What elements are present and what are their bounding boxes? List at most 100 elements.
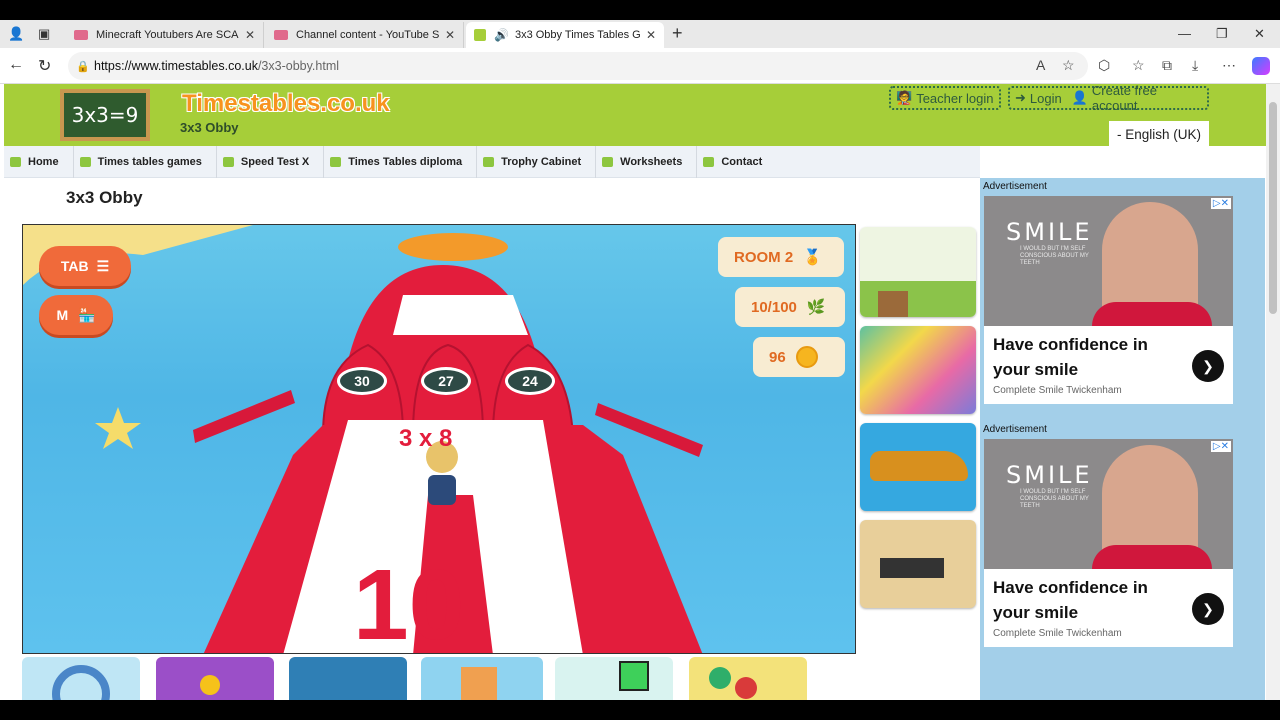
ad-banner-2[interactable]: SMILE I WOULD BUT I'M SELF CONSCIOUS ABO…: [984, 439, 1233, 647]
ad-image: SMILE I WOULD BUT I'M SELF CONSCIOUS ABO…: [984, 439, 1233, 569]
chevron-right-icon[interactable]: ❯: [1192, 593, 1224, 625]
game-thumbnail-bottom-4[interactable]: [421, 657, 543, 700]
menu-bullet-icon: [483, 156, 495, 167]
number-ball-icon: [735, 677, 757, 699]
menu-item-home[interactable]: Home: [4, 145, 74, 178]
close-window-icon[interactable]: ✕: [1254, 26, 1265, 42]
login-button[interactable]: ➜ Login 👤 Create free account: [1008, 83, 1209, 113]
game-canvas[interactable]: 30 27 24 3 x 8 10 TAB ☰ M 🏪 ROOM 2 🏅 10/100…: [22, 224, 856, 654]
menu-item-diploma[interactable]: Times Tables diploma: [324, 145, 478, 178]
menu-item-contact[interactable]: Contact: [697, 146, 776, 178]
favorite-star-icon[interactable]: ☆: [1062, 57, 1075, 74]
site-brand[interactable]: Timestables.co.uk: [182, 90, 390, 118]
site-header: 3x3=9 Timestables.co.uk 3x3 Obby 🧑‍🏫 Tea…: [4, 83, 1266, 147]
red-top: [1092, 302, 1212, 326]
close-tab-icon[interactable]: ✕: [239, 28, 255, 42]
coin-counter: 96: [753, 337, 845, 377]
shop-icon: 🏪: [78, 306, 96, 323]
teacher-icon: 🧑‍🏫: [896, 90, 913, 105]
lock-icon: 🔒: [76, 60, 90, 73]
table-icon: [880, 558, 944, 578]
read-aloud-icon[interactable]: A: [1036, 57, 1045, 73]
red-top: [1092, 545, 1212, 569]
copilot-icon[interactable]: [1252, 57, 1270, 75]
menu-bullet-icon: [79, 156, 91, 167]
menu-item-worksheets[interactable]: Worksheets: [596, 145, 698, 178]
character-body: [428, 475, 456, 505]
menu-item-trophy-cabinet[interactable]: Trophy Cabinet: [477, 145, 597, 178]
crate-icon: [878, 291, 908, 317]
youtube-favicon-icon: [74, 30, 88, 40]
downloads-icon[interactable]: ⤓: [1192, 57, 1198, 74]
medal-icon: 🏅: [803, 249, 822, 266]
timestables-favicon-icon: [474, 29, 486, 41]
menu-bullet-icon: [10, 156, 21, 167]
game-thumbnail-1[interactable]: [860, 227, 976, 317]
progress-counter: 10/100 🌿: [735, 287, 845, 327]
menu-item-speed-test[interactable]: Speed Test X: [217, 145, 325, 178]
ad-image: SMILE I WOULD BUT I'M SELF CONSCIOUS ABO…: [984, 196, 1233, 326]
room-indicator: ROOM 2 🏅: [718, 237, 844, 277]
game-thumbnail-2[interactable]: [860, 326, 976, 414]
answer-option-1[interactable]: 30: [337, 367, 387, 395]
teacher-login-button[interactable]: 🧑‍🏫 Teacher login: [889, 86, 1001, 110]
browser-tab-1[interactable]: Minecraft Youtubers Are SCAMMI ✕: [66, 22, 264, 48]
minimize-icon[interactable]: —: [1178, 26, 1191, 41]
browser-tab-2[interactable]: Channel content - YouTube Studio ✕: [266, 22, 464, 48]
chevron-right-icon[interactable]: ❯: [1192, 350, 1224, 382]
tab-menu-button[interactable]: TAB ☰: [39, 246, 131, 286]
cube-face-icon: [619, 661, 649, 691]
chalkboard-logo[interactable]: 3x3=9: [60, 89, 150, 141]
game-thumbnail-bottom-3[interactable]: [289, 657, 407, 700]
restore-icon[interactable]: ❐: [1216, 26, 1228, 42]
tab-actions-icon[interactable]: ▣: [38, 26, 50, 42]
close-tab-icon[interactable]: ✕: [640, 28, 656, 42]
cat-icon: [461, 667, 497, 700]
game-thumbnail-bottom-1[interactable]: [22, 657, 140, 700]
ad-banner-1[interactable]: SMILE I WOULD BUT I'M SELF CONSCIOUS ABO…: [984, 196, 1233, 404]
ball-icon: [200, 675, 220, 695]
page-scrollbar[interactable]: [1266, 84, 1280, 700]
scrollbar-thumb[interactable]: [1269, 102, 1277, 314]
refresh-icon[interactable]: ↻: [38, 56, 51, 76]
game-thumbnail-bottom-2[interactable]: [156, 657, 274, 700]
language-selector[interactable]: - English (UK): [1109, 121, 1209, 147]
close-tab-icon[interactable]: ✕: [439, 28, 455, 42]
game-thumbnail-4[interactable]: [860, 520, 976, 608]
game-thumbnail-bottom-6[interactable]: [689, 657, 807, 700]
new-tab-icon[interactable]: +: [672, 23, 683, 44]
youtube-favicon-icon: [274, 30, 288, 40]
map-button[interactable]: M 🏪: [39, 295, 113, 335]
back-platform: [398, 233, 508, 261]
list-icon: ☰: [96, 257, 110, 274]
answer-option-2[interactable]: 27: [421, 367, 471, 395]
wheel-icon: [52, 665, 110, 700]
address-bar: ← ↻ 🔒 https://www.timestables.co.uk/3x3-…: [0, 48, 1280, 84]
sprout-icon: 🌿: [806, 299, 826, 316]
url-field[interactable]: 🔒 https://www.timestables.co.uk/3x3-obby…: [68, 52, 1088, 80]
ad-choices-icon[interactable]: ▷✕: [1210, 441, 1231, 452]
extensions-icon[interactable]: ⬡: [1098, 57, 1110, 74]
menu-bullet-icon: [602, 156, 614, 167]
tab-strip: 👤 ▣ Minecraft Youtubers Are SCAMMI ✕ Cha…: [0, 20, 1280, 48]
create-account-link[interactable]: Create free account: [1092, 83, 1202, 113]
ad-choices-icon[interactable]: ▷✕: [1210, 198, 1231, 209]
left-barrier: [193, 390, 295, 443]
page-title: 3x3 Obby: [66, 188, 143, 207]
more-menu-icon[interactable]: ⋯: [1222, 57, 1236, 74]
game-thumbnail-3[interactable]: [860, 423, 976, 511]
favorites-icon[interactable]: ☆: [1132, 57, 1145, 74]
login-icon: ➜: [1015, 90, 1026, 105]
number-ball-icon: [709, 667, 731, 689]
browser-tab-3[interactable]: 🔊 3x3 Obby Times Tables Game ✕: [466, 22, 664, 48]
answer-option-3[interactable]: 24: [505, 367, 555, 395]
track-white-panel: [393, 295, 528, 335]
profile-icon[interactable]: 👤: [8, 26, 24, 42]
game-thumbnail-bottom-5[interactable]: [555, 657, 673, 700]
speaker-icon[interactable]: 🔊: [494, 28, 509, 42]
back-icon[interactable]: ←: [8, 56, 24, 74]
site-subtitle: 3x3 Obby: [180, 120, 239, 135]
question-text: 3 x 8: [399, 425, 453, 452]
collections-icon[interactable]: ⧉: [1162, 57, 1172, 74]
menu-item-times-tables-games[interactable]: Times tables games: [74, 145, 217, 178]
